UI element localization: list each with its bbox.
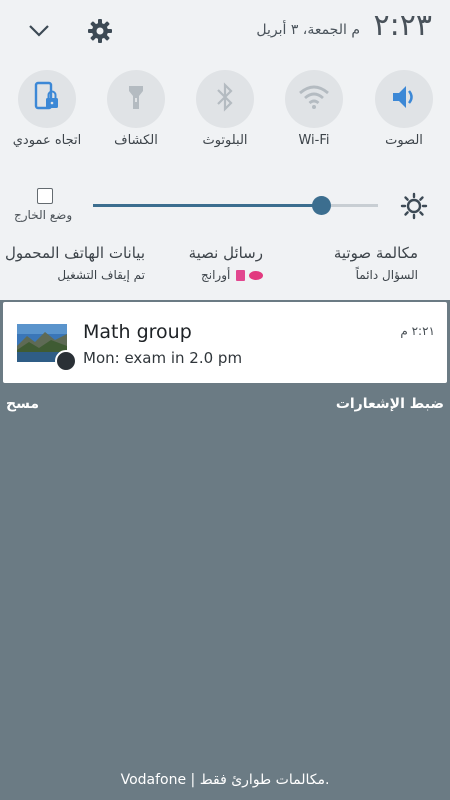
- panel-header: ٢:٢٣ م الجمعة، ٣ أبريل: [0, 0, 450, 62]
- notification-text: Mon: exam in 2.0 pm: [83, 349, 243, 367]
- date: م الجمعة، ٣ أبريل: [256, 22, 360, 38]
- gear-icon[interactable]: [83, 14, 117, 48]
- portrait-lock-icon: [32, 81, 62, 117]
- tile-portrait-lock-label: اتجاه عمودي: [12, 133, 82, 148]
- tile-sound-circle[interactable]: [375, 70, 433, 128]
- notification-settings-button[interactable]: ضبط الإشعارات: [336, 396, 444, 412]
- speaker-icon: [389, 82, 419, 116]
- flashlight-icon: [127, 83, 145, 115]
- notification-title: Math group: [83, 321, 192, 343]
- mobile-data-setting[interactable]: بيانات الهاتف المحمول تم إيقاف التشغيل: [5, 244, 145, 282]
- mobile-data-title: بيانات الهاتف المحمول: [4, 244, 145, 262]
- voice-call-value: السؤال دائماً: [355, 268, 418, 282]
- tile-sound-label: الصوت: [385, 133, 423, 148]
- notification-time: ٢:٢١ م: [400, 324, 435, 338]
- brightness-thumb[interactable]: [312, 196, 331, 215]
- app-badge-icon: [55, 350, 77, 372]
- sms-value-row: أورانج: [189, 268, 263, 282]
- brightness-slider[interactable]: [93, 196, 378, 215]
- sms-value: أورانج: [201, 268, 231, 282]
- tile-flashlight-circle[interactable]: [107, 70, 165, 128]
- chevron-down-icon[interactable]: [22, 14, 56, 48]
- wifi-icon: [298, 84, 330, 114]
- brightness-fill: [93, 204, 321, 207]
- tile-portrait-lock-circle[interactable]: [18, 70, 76, 128]
- tile-bluetooth[interactable]: البلوتوث: [190, 70, 260, 160]
- tile-flashlight[interactable]: الكشاف: [101, 70, 171, 160]
- voice-call-title: مكالمة صوتية: [333, 244, 418, 262]
- sms-title: رسائل نصية: [188, 244, 263, 262]
- voice-call-setting[interactable]: مكالمة صوتية السؤال دائماً: [334, 244, 418, 282]
- mobile-data-value: تم إيقاف التشغيل: [57, 268, 145, 282]
- tile-sound[interactable]: الصوت: [369, 70, 439, 160]
- tile-flashlight-label: الكشاف: [114, 133, 158, 148]
- tile-bluetooth-circle[interactable]: [196, 70, 254, 128]
- quick-panel: ٢:٢٣ م الجمعة، ٣ أبريل الصوت Wi-Fi البلو…: [0, 0, 450, 300]
- tile-wifi[interactable]: Wi-Fi: [279, 70, 349, 160]
- brightness-icon: [400, 192, 428, 220]
- sms-setting[interactable]: رسائل نصية أورانج: [189, 244, 263, 282]
- tile-bluetooth-label: البلوتوث: [202, 133, 248, 148]
- carrier-logo-icon: [249, 271, 263, 280]
- carrier-status: Vodafone | مكالمات طوارئ فقط.: [120, 772, 330, 788]
- brightness-row: وضع الخارج: [0, 180, 450, 234]
- sim-settings-row: مكالمة صوتية السؤال دائماً رسائل نصية أو…: [0, 234, 450, 296]
- tile-wifi-label: Wi-Fi: [298, 133, 330, 148]
- outdoor-mode-label: وضع الخارج: [14, 208, 73, 222]
- clear-button[interactable]: مسح: [6, 396, 39, 412]
- clock: ٢:٢٣: [373, 8, 432, 43]
- sim-card-icon: [236, 270, 246, 281]
- tile-portrait-lock[interactable]: اتجاه عمودي: [12, 70, 82, 160]
- bluetooth-icon: [215, 82, 235, 116]
- tile-wifi-circle[interactable]: [285, 70, 343, 128]
- notification-card[interactable]: Math group Mon: exam in 2.0 pm ٢:٢١ م: [3, 302, 447, 383]
- outdoor-mode-checkbox[interactable]: [37, 188, 53, 204]
